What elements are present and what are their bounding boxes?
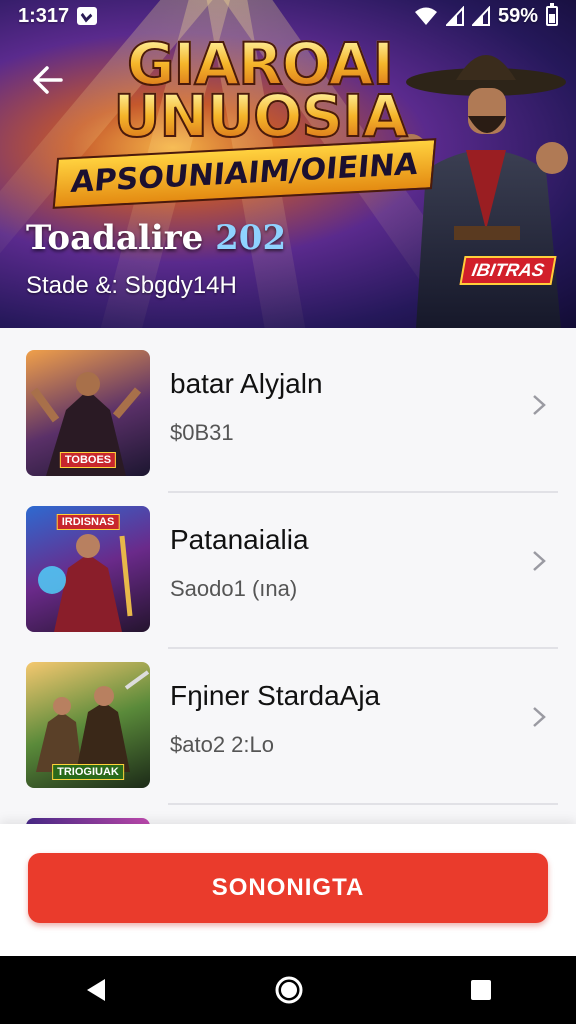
game-thumbnail: IRDISNAS [26, 506, 150, 632]
page-title-year: 202 [215, 218, 287, 258]
list-item-title: Patanaialia [170, 524, 309, 555]
wifi-icon [414, 7, 437, 25]
signal-icon [445, 6, 464, 26]
game-thumbnail: TRIOGIUAK [26, 662, 150, 788]
system-navigation-bar [0, 956, 576, 1024]
chevron-right-icon [533, 551, 546, 571]
brand-badge: IBITRAS [459, 256, 557, 285]
list-item-partial[interactable] [0, 796, 576, 824]
home-circle-icon[interactable] [274, 975, 304, 1005]
list-item-title: Fŋiner StardaAja [170, 680, 381, 711]
chevron-right-icon [533, 395, 546, 415]
battery-percent: 59% [497, 4, 538, 27]
thumbnail-badge: TOBOES [59, 452, 117, 468]
game-list: TOBOES batar Alyjaln $0B31 IRDISNAS Pata… [0, 328, 576, 824]
logo-line-2: UNUOSIA [100, 86, 420, 146]
status-bar: 1:317 59% [0, 0, 576, 32]
list-item-subtitle: $0B31 [170, 420, 234, 445]
back-button[interactable] [26, 58, 70, 102]
thumbnail-badge: IRDISNAS [56, 514, 120, 530]
page-subtitle: Stade &: Sbgdy14H [26, 272, 237, 299]
chevron-right-icon [533, 707, 546, 727]
battery-icon [546, 3, 558, 26]
list-item-subtitle: Saodo1 (ına) [170, 576, 298, 601]
game-thumbnail: TOBOES [26, 350, 150, 476]
page-title: Toadalire 202 [26, 218, 286, 258]
cta-area: SONONIGTA [0, 824, 576, 956]
page-title-text: Toadalire [26, 218, 204, 258]
status-time: 1:317 [18, 4, 70, 27]
list-item-title: batar Alyjaln [170, 368, 323, 399]
list-item-subtitle: $ato2 2:Lo [170, 732, 274, 757]
notification-icon [77, 7, 98, 25]
arrow-left-icon [33, 66, 63, 94]
list-item[interactable]: TRIOGIUAK Fŋiner StardaAja $ato2 2:Lo [0, 640, 576, 796]
recents-square-icon[interactable] [469, 978, 493, 1002]
primary-action-button[interactable]: SONONIGTA [28, 853, 548, 923]
hero-banner: GIAROAI UNUOSIA APSOUNIAIM/OIEINA Toadal… [0, 0, 576, 328]
game-logo: GIAROAI UNUOSIA [100, 34, 420, 146]
list-item[interactable]: TOBOES batar Alyjaln $0B31 [0, 328, 576, 484]
list-item[interactable]: IRDISNAS Patanaialia Saodo1 (ına) [0, 484, 576, 640]
back-triangle-icon[interactable] [83, 977, 109, 1003]
thumbnail-badge: TRIOGIUAK [52, 764, 124, 780]
signal-icon-2 [471, 6, 490, 26]
